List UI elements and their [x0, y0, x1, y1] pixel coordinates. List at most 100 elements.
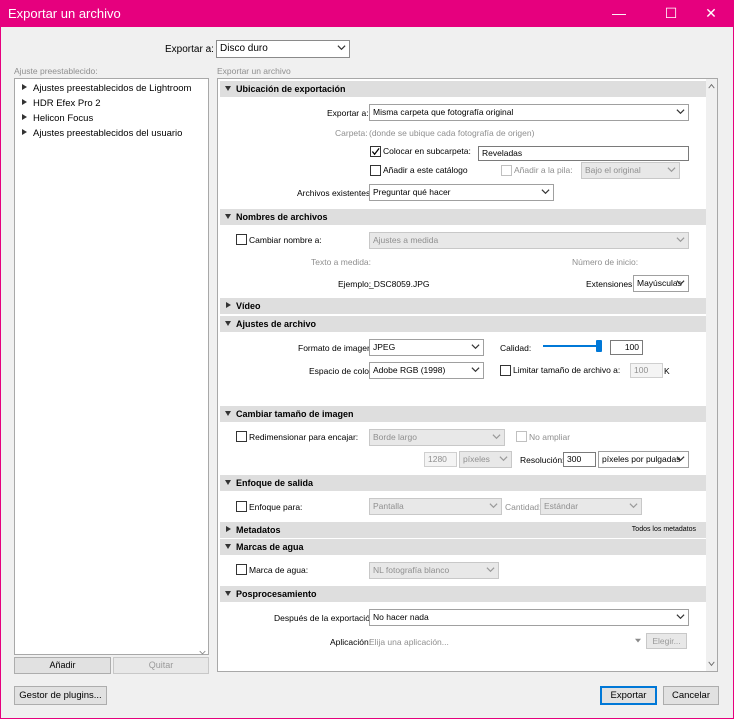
scroll-down-icon[interactable]	[708, 661, 715, 667]
preset-item[interactable]: Ajustes preestablecidos de Lightroom	[22, 83, 191, 94]
export-to-select[interactable]: Disco duro	[216, 40, 350, 58]
add-preset-button[interactable]: Añadir	[14, 657, 111, 674]
quality-slider-track[interactable]	[543, 345, 599, 347]
caret-down-icon[interactable]	[634, 638, 642, 644]
resolution-input[interactable]: 300	[563, 452, 596, 467]
watermark-label: Marca de agua:	[249, 565, 309, 575]
start-number-label: Número de inicio:	[572, 257, 639, 267]
subfolder-label: Colocar en subcarpeta:	[383, 146, 471, 156]
expand-icon[interactable]	[22, 129, 27, 136]
preset-item[interactable]: Helicon Focus	[22, 113, 93, 124]
expand-icon	[226, 526, 231, 532]
preset-tree: Ajustes preestablecidos de Lightroom HDR…	[14, 78, 209, 655]
resize-label: Redimensionar para encajar:	[249, 432, 359, 442]
format-select[interactable]: JPEG	[369, 339, 484, 356]
export-button[interactable]: Exportar	[600, 686, 657, 705]
preset-item[interactable]: HDR Efex Pro 2	[22, 98, 101, 109]
remove-preset-button[interactable]: Quitar	[113, 657, 209, 674]
add-catalog-checkbox[interactable]	[370, 165, 381, 176]
chevron-down-icon	[676, 109, 685, 115]
extensions-select[interactable]: Mayúsculas	[633, 275, 689, 292]
resolution-unit-select[interactable]: píxeles por pulgadas	[598, 451, 689, 468]
section-location-header[interactable]: Ubicación de exportación	[220, 81, 706, 97]
size-unit-select[interactable]: píxeles	[459, 451, 512, 468]
section-file-settings-header[interactable]: Ajustes de archivo	[220, 316, 706, 332]
scroll-down-icon[interactable]	[199, 645, 206, 655]
location-export-to-select[interactable]: Misma carpeta que fotografía original	[369, 104, 689, 121]
after-export-select[interactable]: No hacer nada	[369, 609, 689, 626]
amount-label: Cantidad:	[505, 502, 542, 512]
cancel-button[interactable]: Cancelar	[663, 686, 719, 705]
plugin-manager-button[interactable]: Gestor de plugins...	[14, 686, 107, 705]
example-value: _DSC8059.JPG	[369, 279, 430, 289]
section-resize-header[interactable]: Cambiar tamaño de imagen	[220, 406, 706, 422]
chevron-down-icon	[676, 280, 685, 286]
metadata-summary: Todos los metadatos	[631, 526, 696, 533]
chevron-down-icon	[499, 456, 508, 462]
chevron-down-icon	[492, 434, 501, 440]
expand-icon[interactable]	[22, 84, 27, 91]
resize-select[interactable]: Borde largo	[369, 429, 505, 446]
subfolder-input[interactable]: Reveladas	[478, 146, 689, 161]
no-enlarge-checkbox[interactable]	[516, 431, 527, 442]
rename-checkbox[interactable]	[236, 234, 247, 245]
expand-icon	[226, 302, 231, 308]
subfolder-checkbox[interactable]	[370, 146, 381, 157]
section-video-header[interactable]: Vídeo	[220, 298, 706, 314]
quality-slider-thumb[interactable]	[596, 340, 602, 352]
watermark-select[interactable]: NL fotografía blanco	[369, 562, 499, 579]
sharpen-checkbox[interactable]	[236, 501, 247, 512]
resize-checkbox[interactable]	[236, 431, 247, 442]
chevron-down-icon	[676, 614, 685, 620]
existing-files-select[interactable]: Preguntar qué hacer	[369, 184, 554, 201]
sharpen-label: Enfoque para:	[249, 502, 303, 512]
collapse-icon	[225, 480, 231, 485]
limit-size-checkbox[interactable]	[500, 365, 511, 376]
scrollbar[interactable]	[706, 79, 717, 671]
rename-label: Cambiar nombre a:	[249, 235, 322, 245]
colorspace-select[interactable]: Adobe RGB (1998)	[369, 362, 484, 379]
section-naming-header[interactable]: Nombres de archivos	[220, 209, 706, 225]
application-label: Aplicación:	[330, 637, 372, 647]
limit-size-label: Limitar tamaño de archivo a:	[513, 365, 621, 375]
after-export-label: Después de la exportación:	[274, 613, 378, 623]
close-icon[interactable]: ✕	[688, 0, 734, 27]
chevron-down-icon	[541, 189, 550, 195]
stack-select[interactable]: Bajo el original	[581, 162, 680, 179]
format-label: Formato de imagen:	[298, 343, 375, 353]
chevron-down-icon	[676, 237, 685, 243]
section-watermark-header[interactable]: Marcas de agua	[220, 539, 706, 555]
custom-text-label: Texto a medida:	[311, 257, 372, 267]
location-export-to-label: Exportar a:	[327, 108, 369, 118]
existing-files-label: Archivos existentes:	[297, 188, 373, 198]
quality-label: Calidad:	[500, 343, 532, 353]
scroll-up-icon[interactable]	[708, 83, 715, 89]
collapse-icon	[225, 411, 231, 416]
amount-select[interactable]: Estándar	[540, 498, 642, 515]
minimize-icon[interactable]: —	[596, 0, 642, 27]
section-postprocessing-header[interactable]: Posprocesamiento	[220, 586, 706, 602]
section-metadata-header[interactable]: Metadatos Todos los metadatos	[220, 522, 706, 538]
watermark-checkbox[interactable]	[236, 564, 247, 575]
export-to-label: Exportar a:	[165, 44, 214, 55]
collapse-icon	[225, 544, 231, 549]
size-input[interactable]: 1280	[424, 452, 457, 467]
section-sharpen-header[interactable]: Enfoque de salida	[220, 475, 706, 491]
add-stack-checkbox[interactable]	[501, 165, 512, 176]
rename-select[interactable]: Ajustes a medida	[369, 232, 689, 249]
add-stack-label: Añadir a la pila:	[514, 165, 573, 175]
checkmark-icon	[371, 147, 380, 156]
chevron-down-icon	[676, 456, 685, 462]
limit-size-input[interactable]: 100	[630, 363, 663, 378]
expand-icon[interactable]	[22, 114, 27, 121]
expand-icon[interactable]	[22, 99, 27, 106]
collapse-icon	[225, 214, 231, 219]
sharpen-select[interactable]: Pantalla	[369, 498, 502, 515]
quality-input[interactable]: 100	[610, 340, 643, 355]
folder-label: Carpeta:	[335, 128, 368, 138]
preset-item[interactable]: Ajustes preestablecidos del usuario	[22, 128, 182, 139]
choose-app-button[interactable]: Elegir...	[646, 633, 687, 649]
application-placeholder: Elija una aplicación...	[369, 637, 449, 647]
collapse-icon	[225, 86, 231, 91]
chevron-down-icon	[629, 503, 638, 509]
